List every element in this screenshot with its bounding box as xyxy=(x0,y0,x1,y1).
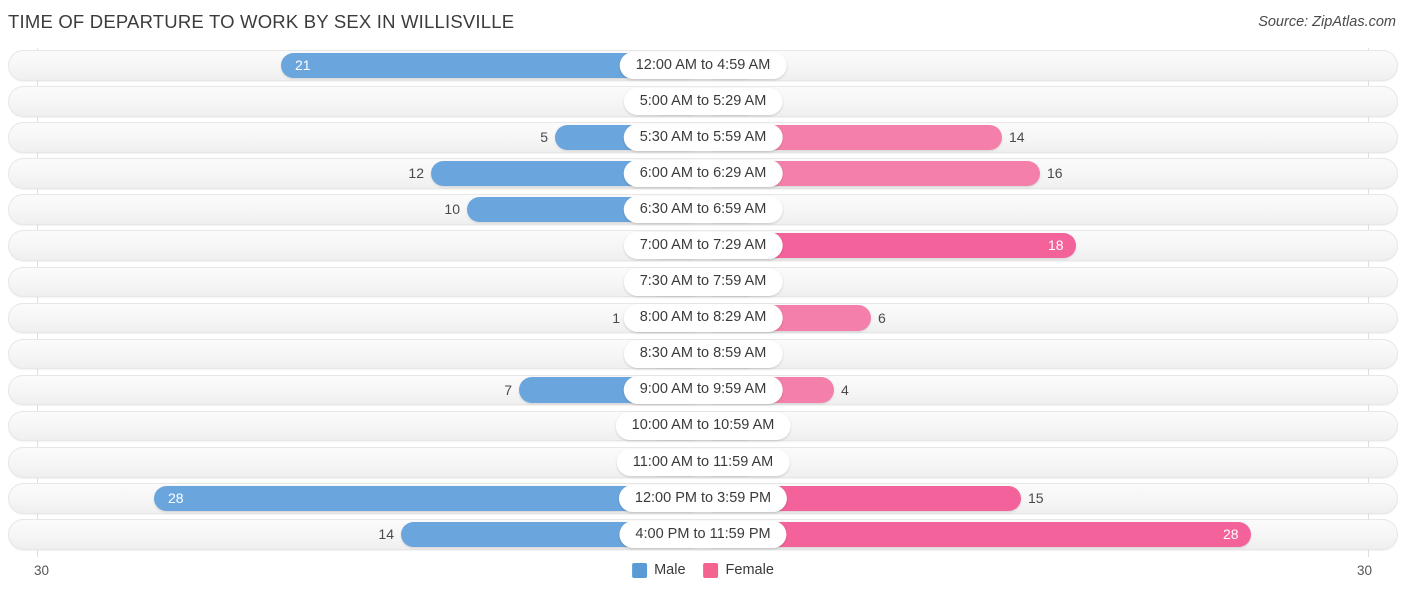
bar-value-female: 16 xyxy=(1047,165,1063,182)
table-row: 008:30 AM to 8:59 AM xyxy=(8,338,1398,370)
table-row: 0010:00 AM to 10:59 AM xyxy=(8,410,1398,442)
chart-header: TIME OF DEPARTURE TO WORK BY SEX IN WILL… xyxy=(0,0,1406,47)
row-category-label: 5:00 AM to 5:29 AM xyxy=(623,87,783,116)
legend-label-female: Female xyxy=(725,562,774,578)
bar-value-female: 15 xyxy=(1028,490,1044,507)
table-row: 005:00 AM to 5:29 AM xyxy=(8,86,1398,117)
table-row: 1006:30 AM to 6:59 AM xyxy=(8,194,1398,225)
bar-value-female: 28 xyxy=(1223,526,1239,543)
chart-page: TIME OF DEPARTURE TO WORK BY SEX IN WILL… xyxy=(0,0,1406,595)
bar-value-male: 28 xyxy=(168,490,184,507)
bar-value-female: 6 xyxy=(878,309,886,326)
chart-legend: Male Female xyxy=(632,562,774,578)
bar-value-male: 5 xyxy=(540,129,548,146)
row-category-label: 12:00 PM to 3:59 PM xyxy=(618,484,788,513)
bar-value-female: 14 xyxy=(1009,129,1025,146)
legend-item-female[interactable]: Female xyxy=(703,562,774,578)
bar-value-male: 1 xyxy=(612,309,620,326)
legend-swatch-male-icon xyxy=(632,562,648,578)
chart-footer: 30 Male Female 30 xyxy=(8,561,1398,587)
row-category-label: 8:00 AM to 8:29 AM xyxy=(623,304,783,332)
table-row: 5 14 5:30 AM to 5:59 AM xyxy=(8,122,1398,153)
legend-label-male: Male xyxy=(654,562,686,578)
legend-swatch-female-icon xyxy=(703,562,719,578)
bar-value-male: 21 xyxy=(295,57,311,73)
table-row: 12 16 6:00 AM to 6:29 AM xyxy=(8,158,1398,189)
axis-max-right: 30 xyxy=(1356,563,1372,578)
bar-value-male: 12 xyxy=(408,165,424,182)
row-category-label: 7:30 AM to 7:59 AM xyxy=(623,268,783,296)
bar-value-female: 4 xyxy=(841,381,849,398)
bar-rows: 21012:00 AM to 4:59 AM 005:00 AM to 5:29 … xyxy=(8,48,1398,557)
page-title: TIME OF DEPARTURE TO WORK BY SEX IN WILL… xyxy=(8,11,515,32)
table-row: 14 28 4:00 PM to 11:59 PM xyxy=(8,519,1398,550)
row-category-label: 9:00 AM to 9:59 AM xyxy=(623,376,783,404)
table-row: 0011:00 AM to 11:59 AM xyxy=(8,447,1398,478)
row-category-label: 7:00 AM to 7:29 AM xyxy=(623,231,783,260)
row-category-label: 6:30 AM to 6:59 AM xyxy=(623,195,783,224)
row-category-label: 11:00 AM to 11:59 AM xyxy=(616,448,790,477)
row-category-label: 12:00 AM to 4:59 AM xyxy=(619,51,787,79)
table-row: 007:30 AM to 7:59 AM xyxy=(8,266,1398,298)
legend-item-male[interactable]: Male xyxy=(632,562,686,578)
row-category-label: 6:00 AM to 6:29 AM xyxy=(623,159,783,188)
row-category-label: 10:00 AM to 10:59 AM xyxy=(615,412,791,440)
axis-max-left: 30 xyxy=(34,563,50,578)
row-category-label: 5:30 AM to 5:59 AM xyxy=(623,123,783,152)
bar-value-male: 7 xyxy=(504,381,512,398)
bar-value-female: 18 xyxy=(1048,237,1064,254)
row-category-label: 4:00 PM to 11:59 PM xyxy=(619,520,787,549)
table-row: 0187:00 AM to 7:29 AM xyxy=(8,230,1398,261)
table-row: 28 15 12:00 PM to 3:59 PM xyxy=(8,483,1398,514)
source-attribution: Source: ZipAtlas.com xyxy=(1258,14,1396,30)
bar-value-male: 14 xyxy=(378,526,394,543)
bar-value-male: 10 xyxy=(444,201,460,218)
row-category-label: 8:30 AM to 8:59 AM xyxy=(623,340,783,368)
table-row: 7 4 9:00 AM to 9:59 AM xyxy=(8,374,1398,406)
table-row: 1 6 8:00 AM to 8:29 AM xyxy=(8,302,1398,334)
table-row: 21012:00 AM to 4:59 AM xyxy=(8,50,1398,81)
